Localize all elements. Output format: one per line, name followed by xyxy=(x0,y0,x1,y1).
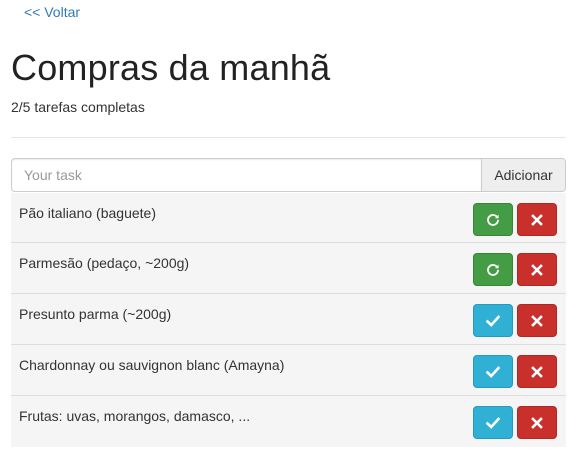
task-row: Chardonnay ou sauvignon blanc (Amayna) xyxy=(11,345,566,396)
complete-button[interactable] xyxy=(473,355,513,388)
close-icon xyxy=(531,213,543,226)
task-label: Parmesão (pedaço, ~200g) xyxy=(19,255,190,271)
complete-button[interactable] xyxy=(473,406,513,439)
close-icon xyxy=(531,263,543,276)
delete-button[interactable] xyxy=(517,355,557,388)
complete-button[interactable] xyxy=(473,304,513,337)
task-actions xyxy=(473,355,557,388)
refresh-icon xyxy=(487,213,499,226)
task-row: Pão italiano (baguete) xyxy=(11,193,566,243)
check-icon xyxy=(486,365,500,378)
add-button[interactable]: Adicionar xyxy=(481,158,566,192)
delete-button[interactable] xyxy=(517,406,557,439)
page-title: Compras da manhã xyxy=(11,47,331,88)
task-actions xyxy=(473,304,557,337)
task-row: Frutas: uvas, morangos, damasco, ... xyxy=(11,396,566,447)
task-actions xyxy=(473,406,557,439)
divider xyxy=(11,137,566,138)
back-link[interactable]: << Voltar xyxy=(24,4,80,20)
undo-button[interactable] xyxy=(473,203,513,236)
task-actions xyxy=(473,203,557,236)
progress-text: 2/5 tarefas completas xyxy=(11,99,145,115)
task-list: Pão italiano (baguete) Parmesão (pedaço,… xyxy=(11,193,566,447)
delete-button[interactable] xyxy=(517,253,557,286)
task-row: Parmesão (pedaço, ~200g) xyxy=(11,243,566,294)
check-icon xyxy=(486,314,500,327)
page: << Voltar Compras da manhã 2/5 tarefas c… xyxy=(0,0,577,455)
new-task-form: Adicionar xyxy=(11,158,566,192)
task-actions xyxy=(473,253,557,286)
task-input[interactable] xyxy=(11,158,481,192)
task-label: Chardonnay ou sauvignon blanc (Amayna) xyxy=(19,357,285,373)
close-icon xyxy=(531,416,543,429)
refresh-icon xyxy=(487,263,499,276)
delete-button[interactable] xyxy=(517,203,557,236)
delete-button[interactable] xyxy=(517,304,557,337)
task-label: Presunto parma (~200g) xyxy=(19,306,172,322)
task-label: Pão italiano (baguete) xyxy=(19,205,156,221)
check-icon xyxy=(486,416,500,429)
close-icon xyxy=(531,365,543,378)
task-label: Frutas: uvas, morangos, damasco, ... xyxy=(19,408,251,424)
undo-button[interactable] xyxy=(473,253,513,286)
task-row: Presunto parma (~200g) xyxy=(11,294,566,345)
close-icon xyxy=(531,314,543,327)
